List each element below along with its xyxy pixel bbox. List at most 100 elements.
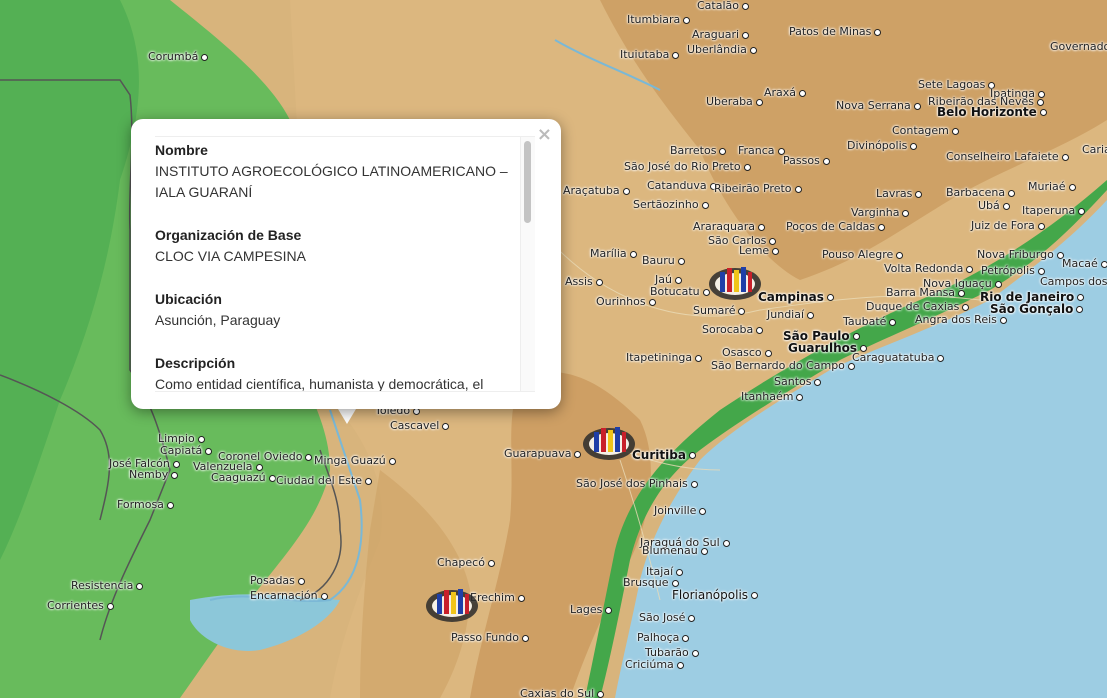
city-label: Araguari — [692, 29, 752, 41]
city-label: Caxias do Sul — [520, 688, 607, 698]
city-dot-icon — [999, 316, 1007, 324]
city-label: Sete Lagoas — [918, 79, 998, 91]
city-label: Taubaté — [843, 316, 899, 328]
city-label: Osasco — [722, 347, 775, 359]
city-dot-icon — [683, 16, 691, 24]
city-label: Joinville — [654, 505, 709, 517]
city-label: Catalão — [697, 0, 752, 12]
city-label: Araxá — [764, 87, 809, 99]
popup-scroll-area[interactable]: Nombre INSTITUTO AGROECOLÓGICO LATINOAME… — [155, 136, 535, 392]
city-label: Marília — [590, 248, 640, 260]
city-dot-icon — [769, 237, 777, 245]
city-label: Capiatá — [160, 445, 215, 457]
city-label: Nova Friburgo — [977, 249, 1067, 261]
city-label: Passo Fundo — [451, 632, 532, 644]
city-dot-icon — [695, 354, 703, 362]
campesina-marker-icon[interactable] — [423, 580, 481, 624]
city-label: Juiz de Fora — [971, 220, 1048, 232]
city-label: Volta Redonda — [884, 263, 976, 275]
city-label: Florianópolis — [672, 589, 761, 601]
city-label: Leme — [739, 245, 782, 257]
city-dot-icon — [910, 142, 918, 150]
city-dot-icon — [171, 471, 179, 479]
scrollbar-thumb[interactable] — [524, 141, 531, 223]
city-dot-icon — [106, 602, 114, 610]
city-dot-icon — [700, 547, 708, 555]
popup-content: Nombre INSTITUTO AGROECOLÓGICO LATINOAME… — [155, 137, 515, 391]
field-descripcion: Descripción Como entidad científica, hum… — [155, 353, 515, 391]
city-label: Itumbiara — [627, 14, 693, 26]
city-dot-icon — [822, 157, 830, 165]
city-label: Belo Horizonte — [937, 106, 1050, 118]
city-label: Caria — [1082, 143, 1107, 156]
city-dot-icon — [751, 592, 759, 599]
campesina-marker-icon[interactable] — [580, 418, 638, 462]
campesina-marker-icon[interactable] — [706, 258, 764, 302]
city-dot-icon — [699, 507, 707, 515]
city-dot-icon — [878, 223, 886, 231]
city-dot-icon — [966, 265, 974, 273]
city-label: Itaperuna — [1022, 205, 1088, 217]
city-dot-icon — [796, 393, 804, 401]
city-label: Caaguazú — [211, 472, 279, 484]
city-label: Pouso Alegre — [822, 249, 906, 261]
city-label: Uberlândia — [687, 44, 760, 56]
city-dot-icon — [136, 582, 144, 590]
city-label: Curitiba — [632, 449, 699, 461]
city-dot-icon — [676, 661, 684, 669]
city-dot-icon — [201, 53, 209, 61]
city-label: Formosa — [117, 499, 177, 511]
info-popup: × Nombre INSTITUTO AGROECOLÓGICO LATINOA… — [131, 119, 561, 409]
city-dot-icon — [743, 163, 751, 171]
city-label: Araraquara — [693, 221, 768, 233]
field-label: Ubicación — [155, 291, 222, 307]
city-label: Contagem — [892, 125, 962, 137]
city-dot-icon — [364, 477, 372, 485]
city-dot-icon — [701, 201, 709, 209]
field-organizacion: Organización de Base CLOC VIA CAMPESINA — [155, 225, 515, 267]
city-dot-icon — [674, 276, 682, 284]
city-label: Chapecó — [437, 557, 498, 569]
field-nombre: Nombre INSTITUTO AGROECOLÓGICO LATINOAME… — [155, 140, 515, 203]
field-value: CLOC VIA CAMPESINA — [155, 248, 306, 264]
city-label: Posadas — [250, 575, 308, 587]
city-label: Catanduva — [647, 180, 720, 192]
city-dot-icon — [756, 326, 764, 334]
city-dot-icon — [1036, 98, 1044, 106]
city-dot-icon — [677, 257, 685, 265]
city-dot-icon — [672, 51, 680, 59]
city-dot-icon — [691, 649, 699, 657]
city-dot-icon — [297, 577, 305, 585]
city-dot-icon — [896, 251, 904, 259]
city-dot-icon — [807, 311, 815, 319]
city-dot-icon — [814, 378, 822, 386]
city-dot-icon — [755, 98, 763, 106]
city-label: Sumaré — [693, 305, 748, 317]
city-dot-icon — [676, 568, 684, 576]
city-dot-icon — [629, 250, 637, 258]
city-dot-icon — [1039, 109, 1047, 116]
city-label: Lavras — [876, 188, 925, 200]
map-canvas[interactable]: Catalão Itumbiara Araguari Uberlândia It… — [0, 0, 1107, 698]
city-label: Assis — [565, 276, 606, 288]
city-label: Criciúma — [625, 659, 687, 671]
popup-scrollbar[interactable] — [520, 137, 535, 391]
city-label: Governado — [1050, 40, 1107, 53]
city-dot-icon — [517, 594, 525, 602]
city-dot-icon — [994, 280, 1002, 288]
city-label: Nemby — [129, 469, 181, 481]
city-dot-icon — [690, 480, 698, 488]
city-label: Minga Guazú — [314, 455, 399, 467]
city-label: Sorocaba — [702, 324, 766, 336]
city-dot-icon — [799, 89, 807, 97]
city-label: Petrópolis — [981, 265, 1048, 277]
city-dot-icon — [937, 354, 945, 362]
city-dot-icon — [1037, 267, 1045, 275]
city-label: Passos — [783, 155, 833, 167]
city-dot-icon — [772, 247, 780, 255]
close-icon[interactable]: × — [537, 124, 552, 145]
city-dot-icon — [268, 474, 276, 482]
city-label: Cascavel — [390, 420, 452, 432]
city-dot-icon — [874, 28, 882, 36]
city-dot-icon — [688, 614, 696, 622]
